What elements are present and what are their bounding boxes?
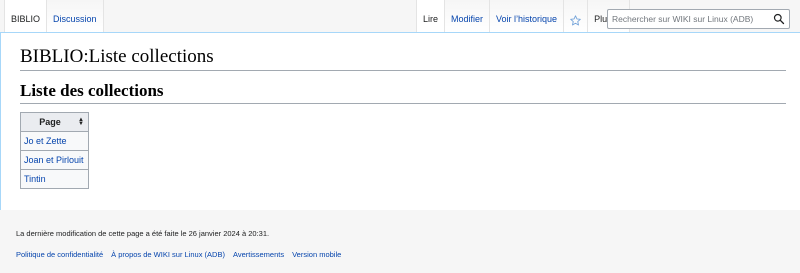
tab-read[interactable]: Lire [416, 0, 446, 32]
tab-discussion[interactable]: Discussion [47, 0, 104, 32]
footer-link-disclaimers[interactable]: Avertissements [233, 250, 284, 259]
view-tabs: Lire Modifier Voir l’historique Plus [416, 0, 630, 32]
tab-history-label: Voir l’historique [496, 14, 558, 24]
tab-edit[interactable]: Modifier [445, 0, 491, 32]
tab-biblio[interactable]: BIBLIO [4, 0, 48, 32]
footer: La dernière modification de cette page a… [0, 210, 800, 273]
table-row: Jo et Zette [20, 131, 89, 151]
section-divider [20, 103, 786, 104]
table-cell: Tintin [20, 169, 89, 189]
top-navigation: BIBLIO Discussion Lire Modifier Voir l’h… [0, 0, 800, 32]
page-title: BIBLIO:Liste collections [20, 46, 214, 67]
table-cell: Joan et Pirlouit [20, 150, 89, 170]
search-box [607, 9, 790, 29]
column-header-label: Page [39, 117, 61, 127]
page-content: BIBLIO:Liste collections Liste des colle… [0, 32, 800, 210]
footer-link-privacy[interactable]: Politique de confidentialité [16, 250, 103, 259]
table-row: Tintin [20, 169, 89, 189]
namespace-tabs: BIBLIO Discussion [4, 0, 104, 32]
sort-icon[interactable]: ▲ ▼ [78, 117, 84, 127]
tab-read-label: Lire [423, 14, 439, 24]
column-header-page[interactable]: Page ▲ ▼ [20, 112, 89, 132]
tab-biblio-label: BIBLIO [11, 14, 41, 24]
table-row: Joan et Pirlouit [20, 150, 89, 170]
watch-star-button[interactable] [564, 0, 589, 32]
star-icon [570, 15, 581, 26]
tab-discussion-label: Discussion [53, 14, 97, 24]
title-divider [20, 70, 786, 71]
table-cell: Jo et Zette [20, 131, 89, 151]
section-heading: Liste des collections [20, 81, 164, 100]
footer-links: Politique de confidentialité À propos de… [16, 250, 341, 259]
collection-link[interactable]: Tintin [24, 174, 46, 184]
tab-history[interactable]: Voir l’historique [490, 0, 565, 32]
search-icon[interactable] [773, 13, 785, 25]
tab-edit-label: Modifier [451, 14, 484, 24]
last-modified-text: La dernière modification de cette page a… [16, 229, 270, 238]
collection-link[interactable]: Jo et Zette [24, 136, 67, 146]
search-input[interactable] [612, 12, 772, 26]
collections-table: Page ▲ ▼ Jo et Zette Joan et Pirlouit Tin… [20, 112, 89, 189]
footer-link-mobile[interactable]: Version mobile [292, 250, 341, 259]
footer-link-about[interactable]: À propos de WIKI sur Linux (ADB) [111, 250, 225, 259]
collection-link[interactable]: Joan et Pirlouit [24, 155, 84, 165]
